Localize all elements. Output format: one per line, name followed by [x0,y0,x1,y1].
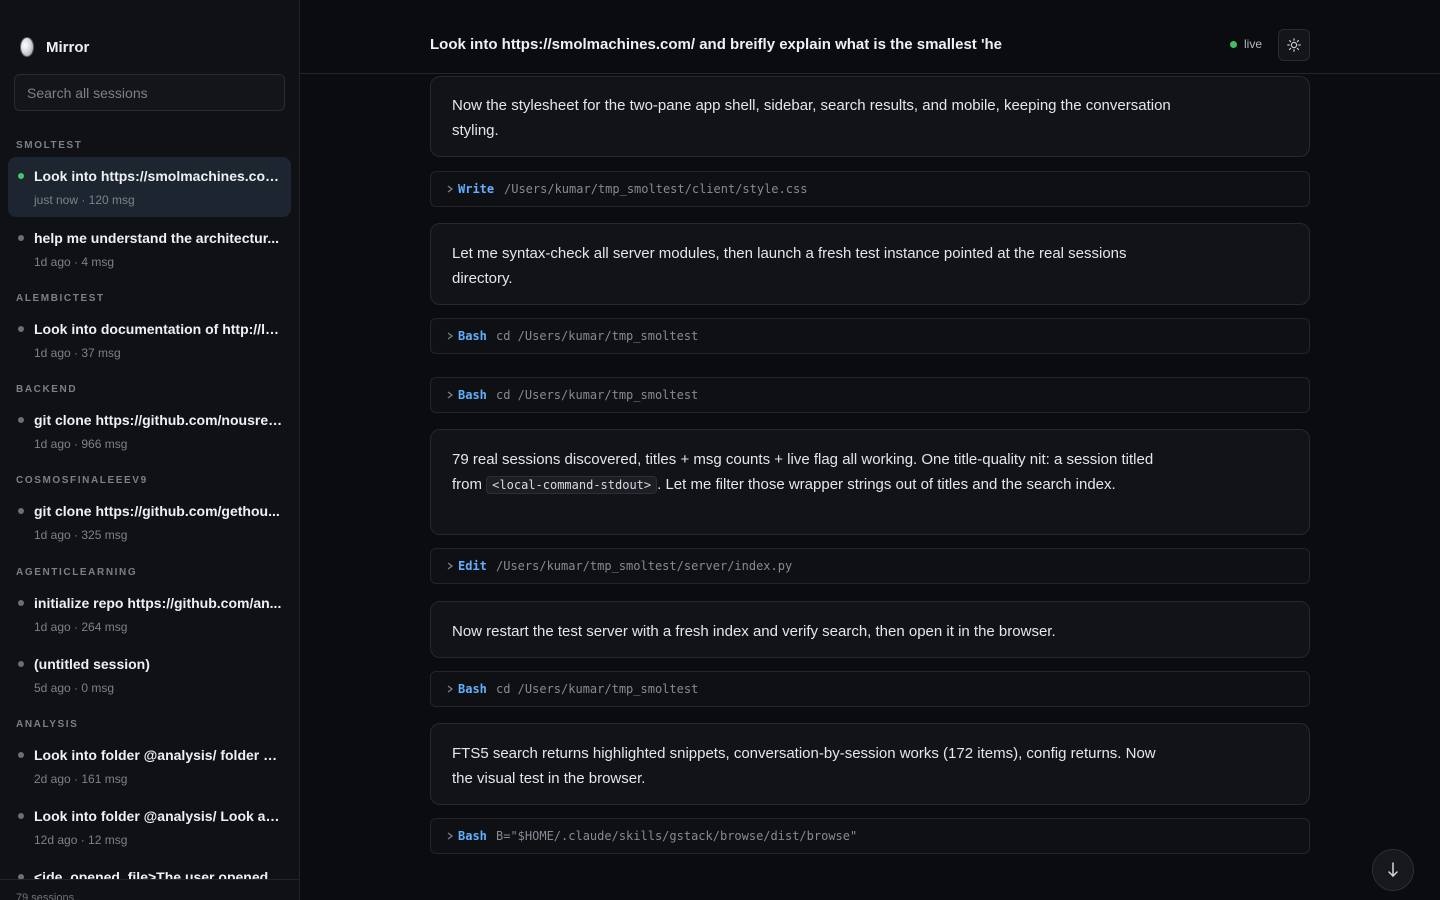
group-label: AGENTICLEARNING [16,567,138,578]
session-item[interactable]: Look into folder @analysis/ folder Lo...… [8,736,291,796]
chevron-right-icon [447,832,454,840]
assistant-message: 79 real sessions discovered, titles + ms… [430,429,1310,535]
session-item[interactable]: git clone https://github.com/gethou... 1… [8,492,291,552]
tool-argument: cd /Users/kumar/tmp_smoltest [496,329,699,343]
assistant-message: Let me syntax-check all server modules, … [430,223,1310,305]
message-text: 79 real sessions discovered, titles + ms… [452,447,1172,498]
conversation-header: Look into https://smolmachines.com/ and … [300,0,1440,74]
session-title: Look into folder @analysis/ folder Lo... [34,747,284,763]
session-meta: just now · 120 msg [34,193,135,207]
status-dot [18,326,24,332]
session-item[interactable]: help me understand the architectur... 1d… [8,219,291,279]
session-title: initialize repo https://github.com/an... [34,595,282,611]
chevron-right-icon [447,391,454,399]
message-text: FTS5 search returns highlighted snippets… [452,745,1156,787]
tool-call[interactable]: Bash cd /Users/kumar/tmp_smoltest [430,671,1310,707]
session-meta: 1d ago · 4 msg [34,255,115,269]
session-meta: 1d ago · 966 msg [34,437,128,451]
session-meta: 1d ago · 264 msg [34,620,128,634]
session-item[interactable]: (untitled session) 5d ago · 0 msg [8,645,291,705]
sun-icon [1287,38,1301,52]
session-meta: 12d ago · 12 msg [34,833,128,847]
brand[interactable]: Mirror [20,37,89,57]
tool-argument: /Users/kumar/tmp_smoltest/client/style.c… [504,182,808,196]
tool-name: Bash [458,388,487,402]
session-title: help me understand the architectur... [34,230,280,246]
app-name: Mirror [46,38,90,56]
session-title: Look into folder @analysis/ Look at t... [34,808,284,824]
assistant-message: Now the stylesheet for the two-pane app … [430,76,1310,157]
session-title: Look into documentation of http://lo... [34,321,284,337]
sidebar-footer: 79 sessions [0,879,299,900]
tool-call[interactable]: Bash cd /Users/kumar/tmp_smoltest [430,318,1310,354]
chevron-right-icon [447,685,454,693]
group-label: SMOLTEST [16,140,83,151]
message-text: Let me syntax-check all server modules, … [452,245,1127,287]
tool-call[interactable]: Edit /Users/kumar/tmp_smoltest/server/in… [430,548,1310,584]
live-indicator: live [1230,37,1262,51]
tool-name: Edit [458,559,487,573]
status-dot [18,661,24,667]
tool-name: Bash [458,682,487,696]
session-item[interactable]: git clone https://github.com/nousres... … [8,401,291,461]
session-title: git clone https://github.com/gethou... [34,503,280,519]
tool-argument: cd /Users/kumar/tmp_smoltest [496,388,699,402]
theme-toggle-button[interactable] [1278,29,1310,61]
session-count: 79 sessions [16,892,75,900]
session-title: Look into https://smolmachines.com... [34,168,284,184]
tool-name: Bash [458,329,487,343]
assistant-message: Now restart the test server with a fresh… [430,601,1310,658]
tool-argument: cd /Users/kumar/tmp_smoltest [496,682,699,696]
status-dot [18,508,24,514]
conversation-title: Look into https://smolmachines.com/ and … [430,36,1003,53]
session-item[interactable]: Look into folder @analysis/ Look at t...… [8,797,291,857]
status-dot [18,235,24,241]
session-item[interactable]: Look into documentation of http://lo... … [8,310,291,370]
message-text-part: . Let me filter those wrapper strings ou… [657,476,1116,493]
tool-name: Write [458,182,495,196]
session-title: (untitled session) [34,656,150,672]
session-item[interactable]: initialize repo https://github.com/an...… [8,584,291,644]
chevron-right-icon [447,332,454,340]
session-meta: 1d ago · 325 msg [34,528,128,542]
tool-call[interactable]: Write /Users/kumar/tmp_smoltest/client/s… [430,171,1310,207]
session-meta: 2d ago · 161 msg [34,772,128,786]
message-text: Now restart the test server with a fresh… [452,623,1056,640]
sidebar: Mirror SMOLTEST Look into https://smolma… [0,0,300,900]
session-meta: 1d ago · 37 msg [34,346,121,360]
live-dot-icon [1230,40,1237,48]
live-label: live [1244,37,1263,51]
inline-code: <local-command-stdout> [486,476,658,494]
group-label: BACKEND [16,384,78,395]
scroll-to-bottom-button[interactable] [1372,849,1414,891]
chevron-right-icon [447,185,454,193]
chevron-right-icon [447,562,454,570]
group-label: ALEMBICTEST [16,293,105,304]
tool-name: Bash [458,829,487,843]
status-dot [18,752,24,758]
tool-call[interactable]: Bash B="$HOME/.claude/skills/gstack/brow… [430,818,1310,854]
session-meta: 5d ago · 0 msg [34,681,115,695]
arrow-down-icon [1388,862,1398,877]
live-status-dot [18,173,24,179]
status-dot [18,417,24,423]
group-label: COSMOSFINALEEEV9 [16,475,148,486]
tool-argument: B="$HOME/.claude/skills/gstack/browse/di… [496,829,858,843]
mirror-logo-icon [20,37,34,57]
session-title: git clone https://github.com/nousres... [34,412,284,428]
message-text: Now the stylesheet for the two-pane app … [452,97,1171,139]
tool-argument: /Users/kumar/tmp_smoltest/server/index.p… [496,559,793,573]
search-input[interactable] [14,74,285,111]
session-item[interactable]: Look into https://smolmachines.com... ju… [8,157,291,217]
status-dot [18,600,24,606]
tool-call[interactable]: Bash cd /Users/kumar/tmp_smoltest [430,377,1310,413]
group-label: ANALYSIS [16,719,79,730]
assistant-message: FTS5 search returns highlighted snippets… [430,723,1310,805]
status-dot [18,813,24,819]
